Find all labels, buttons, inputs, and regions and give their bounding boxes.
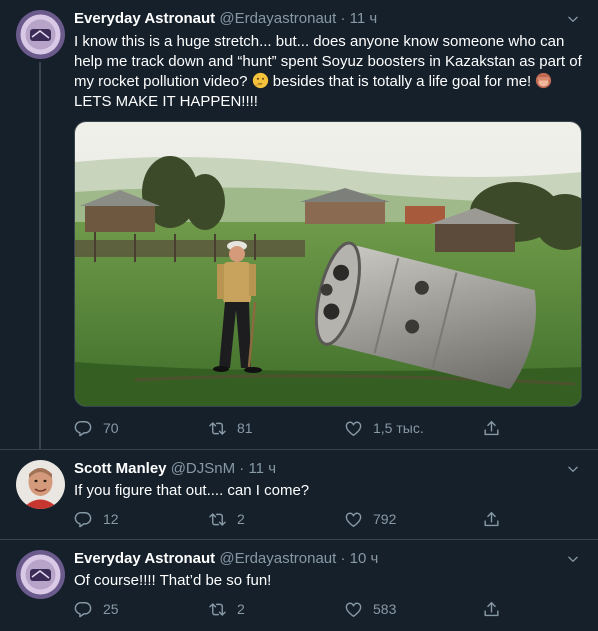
reply-button[interactable]: 25 xyxy=(74,600,119,619)
timestamp[interactable]: 11 ч xyxy=(350,10,378,27)
like-count: 792 xyxy=(373,511,397,527)
share-button[interactable] xyxy=(482,600,511,619)
thinking-face-icon xyxy=(252,72,268,89)
tweet-text-part: besides that is totally a life goal for … xyxy=(268,73,536,90)
reply-count: 70 xyxy=(103,420,119,436)
retweet-button[interactable]: 2 xyxy=(208,510,245,529)
author-handle[interactable]: @DJSnM xyxy=(171,460,235,477)
reply-icon xyxy=(74,419,93,438)
tweet-2[interactable]: Scott Manley @DJSnM · 11 ч If you figure… xyxy=(0,450,598,539)
reply-icon xyxy=(74,510,93,529)
retweet-icon xyxy=(208,510,227,529)
author-handle[interactable]: @Erdayastronaut xyxy=(219,550,336,567)
tweet-text: I know this is a huge stretch... but... … xyxy=(74,32,584,112)
like-button[interactable]: 792 xyxy=(344,510,396,529)
heart-icon xyxy=(344,419,363,438)
author-name[interactable]: Everyday Astronaut xyxy=(74,10,215,27)
chevron-down-icon[interactable] xyxy=(566,12,580,26)
reply-icon xyxy=(74,600,93,619)
reply-count: 12 xyxy=(103,511,119,527)
heart-icon xyxy=(344,600,363,619)
share-button[interactable] xyxy=(482,419,511,438)
tweet-header: Everyday Astronaut @Erdayastronaut · 10 … xyxy=(74,549,378,569)
retweet-icon xyxy=(208,419,227,438)
reply-button[interactable]: 12 xyxy=(74,510,119,529)
author-handle[interactable]: @Erdayastronaut xyxy=(219,10,336,27)
tweet-actions: 12 2 792 xyxy=(74,510,504,530)
thread-line xyxy=(39,62,41,449)
retweet-button[interactable]: 2 xyxy=(208,600,245,619)
retweet-icon xyxy=(208,600,227,619)
timestamp[interactable]: 11 ч xyxy=(248,460,276,477)
tweet-actions: 25 2 583 xyxy=(74,600,504,620)
chevron-down-icon[interactable] xyxy=(566,462,580,476)
author-name[interactable]: Scott Manley xyxy=(74,460,167,477)
retweet-count: 2 xyxy=(237,511,245,527)
separator: · xyxy=(239,460,245,477)
like-button[interactable]: 1,5 тыс. xyxy=(344,419,424,438)
tweet-text: If you figure that out.... can I come? xyxy=(74,482,310,499)
share-icon xyxy=(482,510,501,529)
avatar[interactable] xyxy=(16,460,65,509)
tweet-photo[interactable] xyxy=(74,121,582,407)
see-no-evil-monkey-icon xyxy=(536,72,552,89)
retweet-count: 2 xyxy=(237,601,245,617)
retweet-button[interactable]: 81 xyxy=(208,419,253,438)
author-name[interactable]: Everyday Astronaut xyxy=(74,550,215,567)
timestamp[interactable]: 10 ч xyxy=(350,550,379,567)
retweet-count: 81 xyxy=(237,420,253,436)
chevron-down-icon[interactable] xyxy=(566,552,580,566)
tweet-1[interactable]: Everyday Astronaut @Erdayastronaut · 11 … xyxy=(0,0,598,449)
separator: · xyxy=(340,550,346,567)
tweet-3[interactable]: Everyday Astronaut @Erdayastronaut · 10 … xyxy=(0,540,598,631)
avatar[interactable] xyxy=(16,550,65,599)
separator: · xyxy=(340,10,346,27)
share-icon xyxy=(482,419,501,438)
tweet-header: Everyday Astronaut @Erdayastronaut · 11 … xyxy=(74,9,377,29)
like-button[interactable]: 583 xyxy=(344,600,396,619)
reply-count: 25 xyxy=(103,601,119,617)
tweet-text: Of course!!!! That’d be so fun! xyxy=(74,572,272,589)
tweet-actions: 70 81 1,5 тыс. xyxy=(74,419,504,439)
reply-button[interactable]: 70 xyxy=(74,419,119,438)
heart-icon xyxy=(344,510,363,529)
avatar[interactable] xyxy=(16,10,65,59)
tweet-header: Scott Manley @DJSnM · 11 ч xyxy=(74,459,276,479)
share-icon xyxy=(482,600,501,619)
share-button[interactable] xyxy=(482,510,511,529)
like-count: 1,5 тыс. xyxy=(373,420,424,436)
tweet-text-part: LETS MAKE IT HAPPEN!!!! xyxy=(74,93,258,110)
like-count: 583 xyxy=(373,601,397,617)
